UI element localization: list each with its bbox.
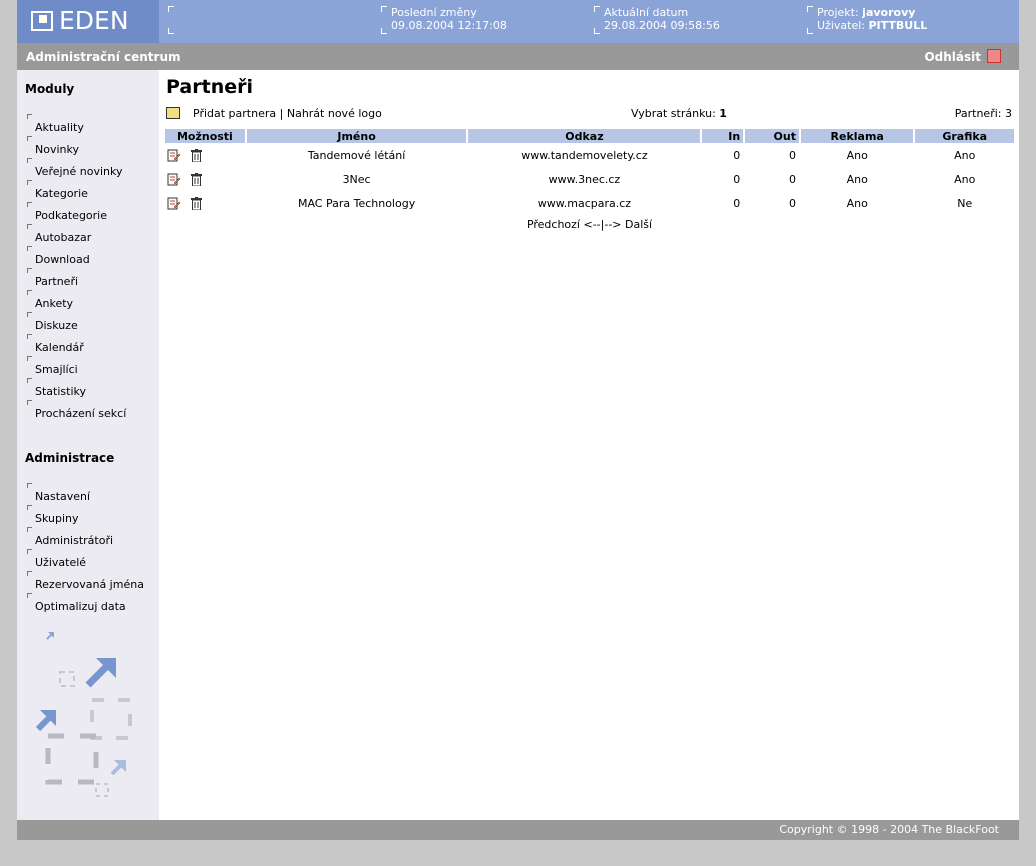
partner-link[interactable]: www.3nec.cz — [468, 167, 700, 191]
eden-logo[interactable]: EDEN — [17, 0, 159, 43]
top-header: Poslední změny 09.08.2004 12:17:08 Aktuá… — [17, 0, 1019, 43]
admin-center-title: Administrační centrum — [26, 50, 181, 64]
edit-icon[interactable] — [167, 149, 180, 162]
trash-icon[interactable] — [190, 196, 202, 210]
logo-text: EDEN — [59, 6, 129, 35]
trash-icon[interactable] — [190, 148, 202, 162]
partners-table: Možnosti Jméno Odkaz In Out Reklama Graf… — [163, 129, 1016, 215]
modules-heading: Moduly — [25, 82, 75, 96]
partner-ad: Ano — [846, 196, 868, 210]
project-user-block: Projekt: javorovy Uživatel: PITTBULL — [807, 6, 928, 36]
upload-logo-link[interactable]: Nahrát nové logo — [287, 107, 382, 120]
link-separator: | — [279, 107, 284, 120]
partner-out: 0 — [788, 196, 796, 210]
admin-center-bar: Administrační centrum Odhlásit — [17, 43, 1019, 70]
partner-graphic: Ano — [954, 172, 976, 186]
page-title: Partneři — [166, 76, 253, 98]
column-header-name: Jméno — [246, 129, 467, 143]
column-header-out: Out — [745, 129, 799, 143]
row-options — [165, 191, 245, 215]
user-label: Uživatel: — [817, 19, 865, 32]
column-header-ad: Reklama — [800, 129, 914, 143]
table-row: Tandemové létání www.tandemovelety.cz 0 … — [165, 143, 1014, 167]
partner-out: 0 — [788, 148, 796, 162]
partner-ad: Ano — [846, 172, 868, 186]
current-date-label: Aktuální datum — [604, 6, 689, 19]
add-partner-icon[interactable] — [166, 107, 180, 119]
decorative-logo-pattern-icon — [35, 632, 132, 797]
partners-count: Partneři: 3 — [955, 107, 1012, 120]
partner-in: 0 — [733, 196, 741, 210]
main-content: Partneři Přidat partnera | Nahrát nové l… — [160, 70, 1019, 820]
page-select-value[interactable]: 1 — [719, 107, 727, 120]
project-label: Projekt: — [817, 6, 859, 19]
logout-icon — [987, 49, 1001, 63]
current-date-block: Aktuální datum 29.08.2004 09:58:56 — [594, 6, 720, 36]
last-changes-value: 09.08.2004 12:17:08 — [391, 19, 507, 32]
toolbar-row: Přidat partnera | Nahrát nové logo Vybra… — [166, 107, 1012, 121]
page-select: Vybrat stránku: 1 — [631, 107, 727, 120]
column-header-graphic: Grafika — [915, 129, 1014, 143]
add-partner-link[interactable]: Přidat partnera — [193, 107, 276, 120]
trash-icon[interactable] — [190, 172, 202, 186]
logout-button[interactable]: Odhlásit — [924, 49, 1001, 64]
partner-out: 0 — [788, 172, 796, 186]
page-select-label: Vybrat stránku: — [631, 107, 716, 120]
last-changes-label: Poslední změny — [391, 6, 477, 19]
row-options — [165, 143, 245, 167]
row-options — [165, 167, 245, 191]
table-row: 3Nec www.3nec.cz 0 0 Ano Ano — [165, 167, 1014, 191]
partner-link[interactable]: www.macpara.cz — [468, 191, 700, 215]
edit-icon[interactable] — [167, 197, 180, 210]
edit-icon[interactable] — [167, 173, 180, 186]
column-header-in: In — [702, 129, 744, 143]
logout-label: Odhlásit — [924, 50, 981, 64]
copyright-text: Copyright © 1998 - 2004 The BlackFoot — [779, 823, 999, 836]
partner-in: 0 — [733, 172, 741, 186]
last-changes-block: Poslední změny 09.08.2004 12:17:08 — [381, 6, 507, 36]
partner-name: MAC Para Technology — [297, 196, 416, 210]
partner-name: 3Nec — [342, 172, 371, 186]
column-header-link: Odkaz — [468, 129, 701, 143]
partner-in: 0 — [733, 148, 741, 162]
partner-graphic: Ano — [954, 148, 976, 162]
partner-graphic: Ne — [957, 196, 973, 210]
partner-ad: Ano — [846, 148, 868, 162]
admin-heading: Administrace — [25, 451, 115, 465]
partners-count-value: 3 — [1005, 107, 1012, 120]
current-date-value: 29.08.2004 09:58:56 — [604, 19, 720, 32]
partner-name: Tandemové létání — [307, 148, 406, 162]
footer: Copyright © 1998 - 2004 The BlackFoot — [17, 820, 1019, 840]
table-row: MAC Para Technology www.macpara.cz 0 0 A… — [165, 191, 1014, 215]
partner-link[interactable]: www.tandemovelety.cz — [468, 143, 700, 167]
column-header-options: Možnosti — [165, 129, 245, 143]
project-value: javorovy — [862, 6, 916, 19]
pager[interactable]: Předchozí <--|--> Další — [160, 218, 1019, 231]
logo-mark-icon — [31, 11, 53, 31]
partners-count-label: Partneři: — [954, 107, 1002, 120]
user-value: PITTBULL — [868, 19, 928, 32]
